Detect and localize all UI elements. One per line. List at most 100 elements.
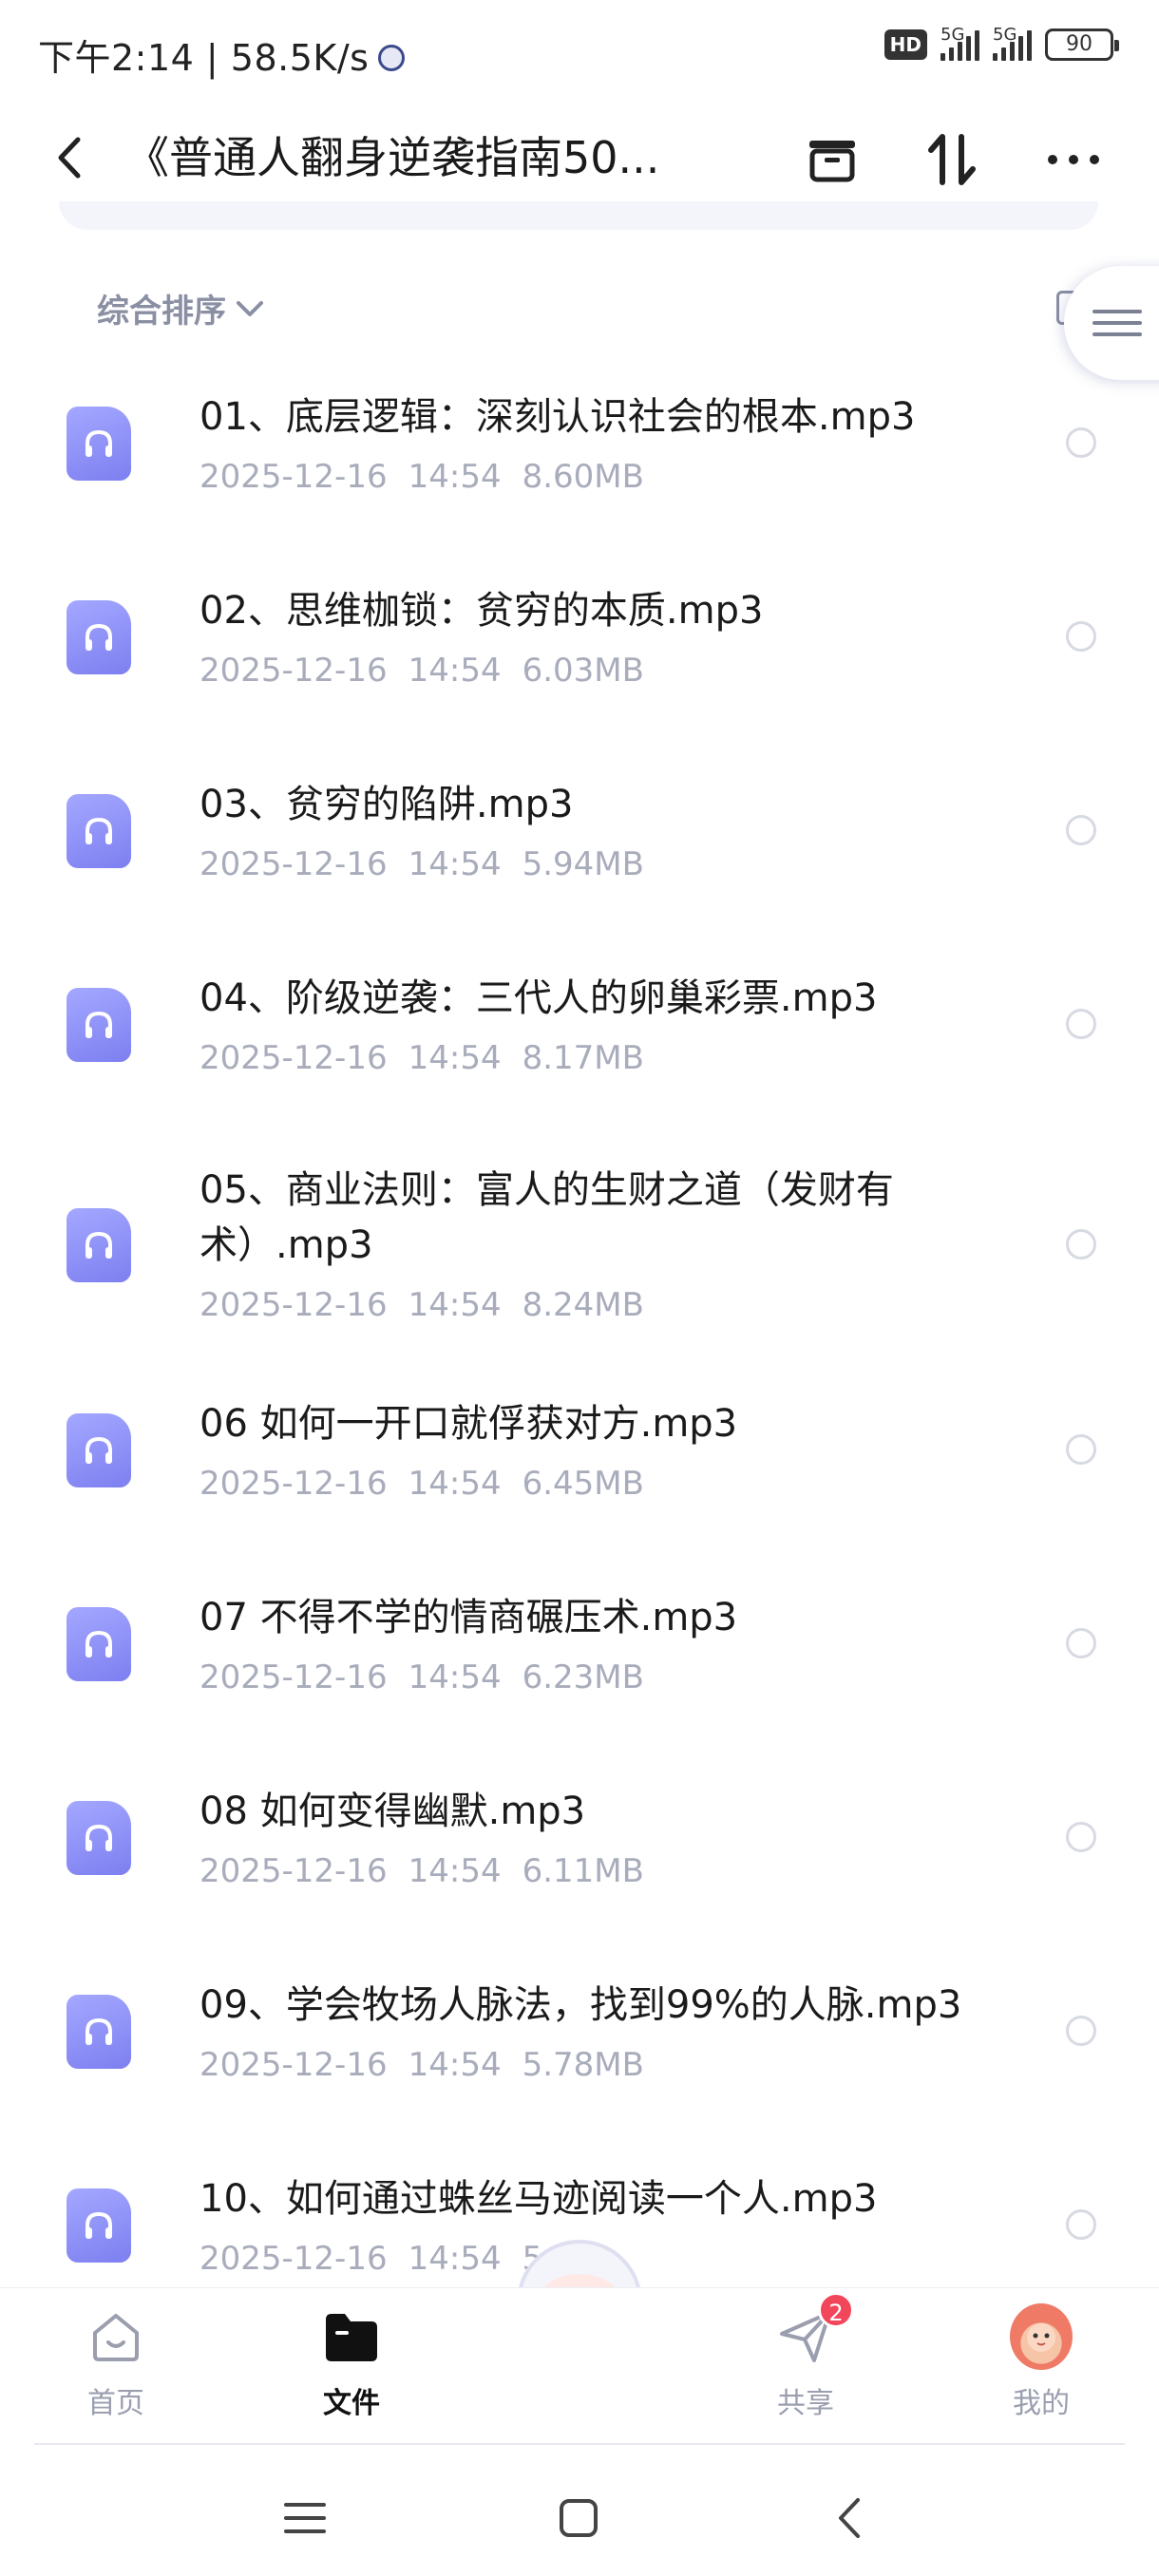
select-checkbox[interactable] [1066,427,1096,458]
file-size: 8.24MB [522,1286,644,1324]
select-checkbox[interactable] [1066,621,1096,652]
home-icon [85,2305,147,2368]
nav-share[interactable]: 2 共享 [739,2292,872,2421]
more-dots-icon [1048,155,1099,164]
file-name: 04、阶级逆袭：三代人的卵巢彩票.mp3 [200,976,878,1020]
audio-file-icon [66,407,131,481]
nav-mine[interactable]: 我的 [975,2303,1108,2421]
file-size: 6.11MB [522,1852,644,1890]
audio-file-icon [66,1995,131,2069]
nav-files-label: 文件 [323,2387,380,2420]
file-meta: 2025-12-16 14:54 5.94MB [200,845,644,883]
file-size: 6.03MB [522,652,644,690]
audio-file-icon [66,600,131,674]
back-button[interactable] [42,129,99,186]
file-date: 2025-12-16 [200,1658,388,1696]
select-checkbox[interactable] [1066,1009,1096,1039]
file-time: 14:54 [408,1039,502,1077]
collapsed-panel [59,201,1098,230]
status-indicators: HD 5G 5G 90 [884,25,1119,61]
file-name: 07 不得不学的情商碾压术.mp3 [200,1596,738,1639]
file-date: 2025-12-16 [200,652,388,690]
file-time: 14:54 [408,2046,502,2084]
title-bar: 《普通人翻身逆袭指南50... [0,104,1159,209]
sort-dropdown[interactable]: 综合排序 [97,285,266,331]
sort-button[interactable] [922,129,982,190]
file-meta: 2025-12-16 14:54 8.24MB [200,1286,644,1324]
audio-file-icon [66,1208,131,1282]
select-checkbox[interactable] [1066,1628,1096,1658]
avatar [1010,2303,1073,2370]
audio-file-icon [66,1801,131,1875]
page-title: 《普通人翻身逆袭指南50... [125,132,660,183]
file-size: 6.45MB [522,1465,644,1503]
select-checkbox[interactable] [1066,1229,1096,1260]
audio-file-icon [66,794,131,868]
more-button[interactable] [1043,129,1104,190]
signal-icon: 5G [993,25,1032,61]
share-badge: 2 [818,2292,854,2328]
signal-label: 5G [993,25,1017,45]
file-date: 2025-12-16 [200,1465,388,1503]
file-name: 10、如何通过蛛丝马迹阅读一个人.mp3 [200,2177,878,2221]
nav-files[interactable]: 文件 [285,2305,418,2421]
file-size: 6.23MB [522,1658,644,1696]
select-checkbox[interactable] [1066,2016,1096,2046]
home-system-button[interactable] [545,2485,612,2551]
file-time: 14:54 [408,458,502,496]
select-checkbox[interactable] [1066,1434,1096,1465]
audio-file-icon [66,2188,131,2263]
file-meta: 2025-12-16 14:54 6.45MB [200,1465,644,1503]
select-checkbox[interactable] [1066,1822,1096,1852]
file-date: 2025-12-16 [200,845,388,883]
divider [34,2443,1125,2445]
back-system-button[interactable] [817,2485,884,2551]
file-size: 8.60MB [522,458,644,496]
file-name: 03、贫穷的陷阱.mp3 [200,783,574,826]
nav-mine-label: 我的 [1013,2387,1070,2420]
battery-icon: 90 [1045,28,1119,61]
file-date: 2025-12-16 [200,1039,388,1077]
file-size: 8.17MB [522,1039,644,1077]
file-meta: 2025-12-16 14:54 5.78MB [200,2046,644,2084]
file-meta: 2025-12-16 14:54 6.11MB [200,1852,644,1890]
archive-button[interactable] [802,129,863,190]
file-name: 05、商业法则：富人的生财之道（发财有术）.mp3 [200,1168,894,1267]
back-triangle-icon [839,2498,860,2538]
file-date: 2025-12-16 [200,1852,388,1890]
file-meta: 2025-12-16 14:54 8.60MB [200,458,644,496]
select-checkbox[interactable] [1066,815,1096,845]
status-time: 下午2:14 | 58.5K/s [38,28,406,81]
nav-home[interactable]: 首页 [49,2305,182,2421]
file-size: 5.94MB [522,845,644,883]
hamburger-icon [1092,302,1142,344]
nav-share-label: 共享 [777,2387,834,2420]
file-time: 14:54 [408,1852,502,1890]
app-notification-icon [378,44,406,71]
file-time: 14:54 [408,845,502,883]
file-name: 09、学会牧场人脉法，找到99%的人脉.mp3 [200,1983,962,2027]
nav-home-label: 首页 [87,2387,144,2420]
chevron-down-icon [237,300,263,316]
system-nav-bar [0,2451,1159,2576]
file-name: 06 如何一开口就俘获对方.mp3 [200,1402,738,1446]
select-checkbox[interactable] [1066,2209,1096,2240]
status-time-text: 下午2:14 | 58.5K/s [38,37,370,79]
signal-icon: 5G [940,25,979,61]
file-date: 2025-12-16 [200,458,388,496]
file-name: 08 如何变得幽默.mp3 [200,1790,586,1833]
file-time: 14:54 [408,652,502,690]
floating-menu-button[interactable] [1064,266,1159,380]
paper-plane-icon: 2 [774,2292,854,2368]
file-time: 14:54 [408,1286,502,1324]
file-meta: 2025-12-16 14:54 6.23MB [200,1658,644,1696]
recent-apps-button[interactable] [272,2485,338,2551]
chevron-left-icon [58,137,81,179]
sort-label: 综合排序 [97,293,226,331]
file-name: 02、思维枷锁：贫穷的本质.mp3 [200,589,764,633]
file-date: 2025-12-16 [200,2046,388,2084]
signal-label: 5G [940,25,965,45]
archive-box-icon [809,141,855,182]
folder-icon [320,2305,383,2368]
square-icon [560,2499,598,2537]
